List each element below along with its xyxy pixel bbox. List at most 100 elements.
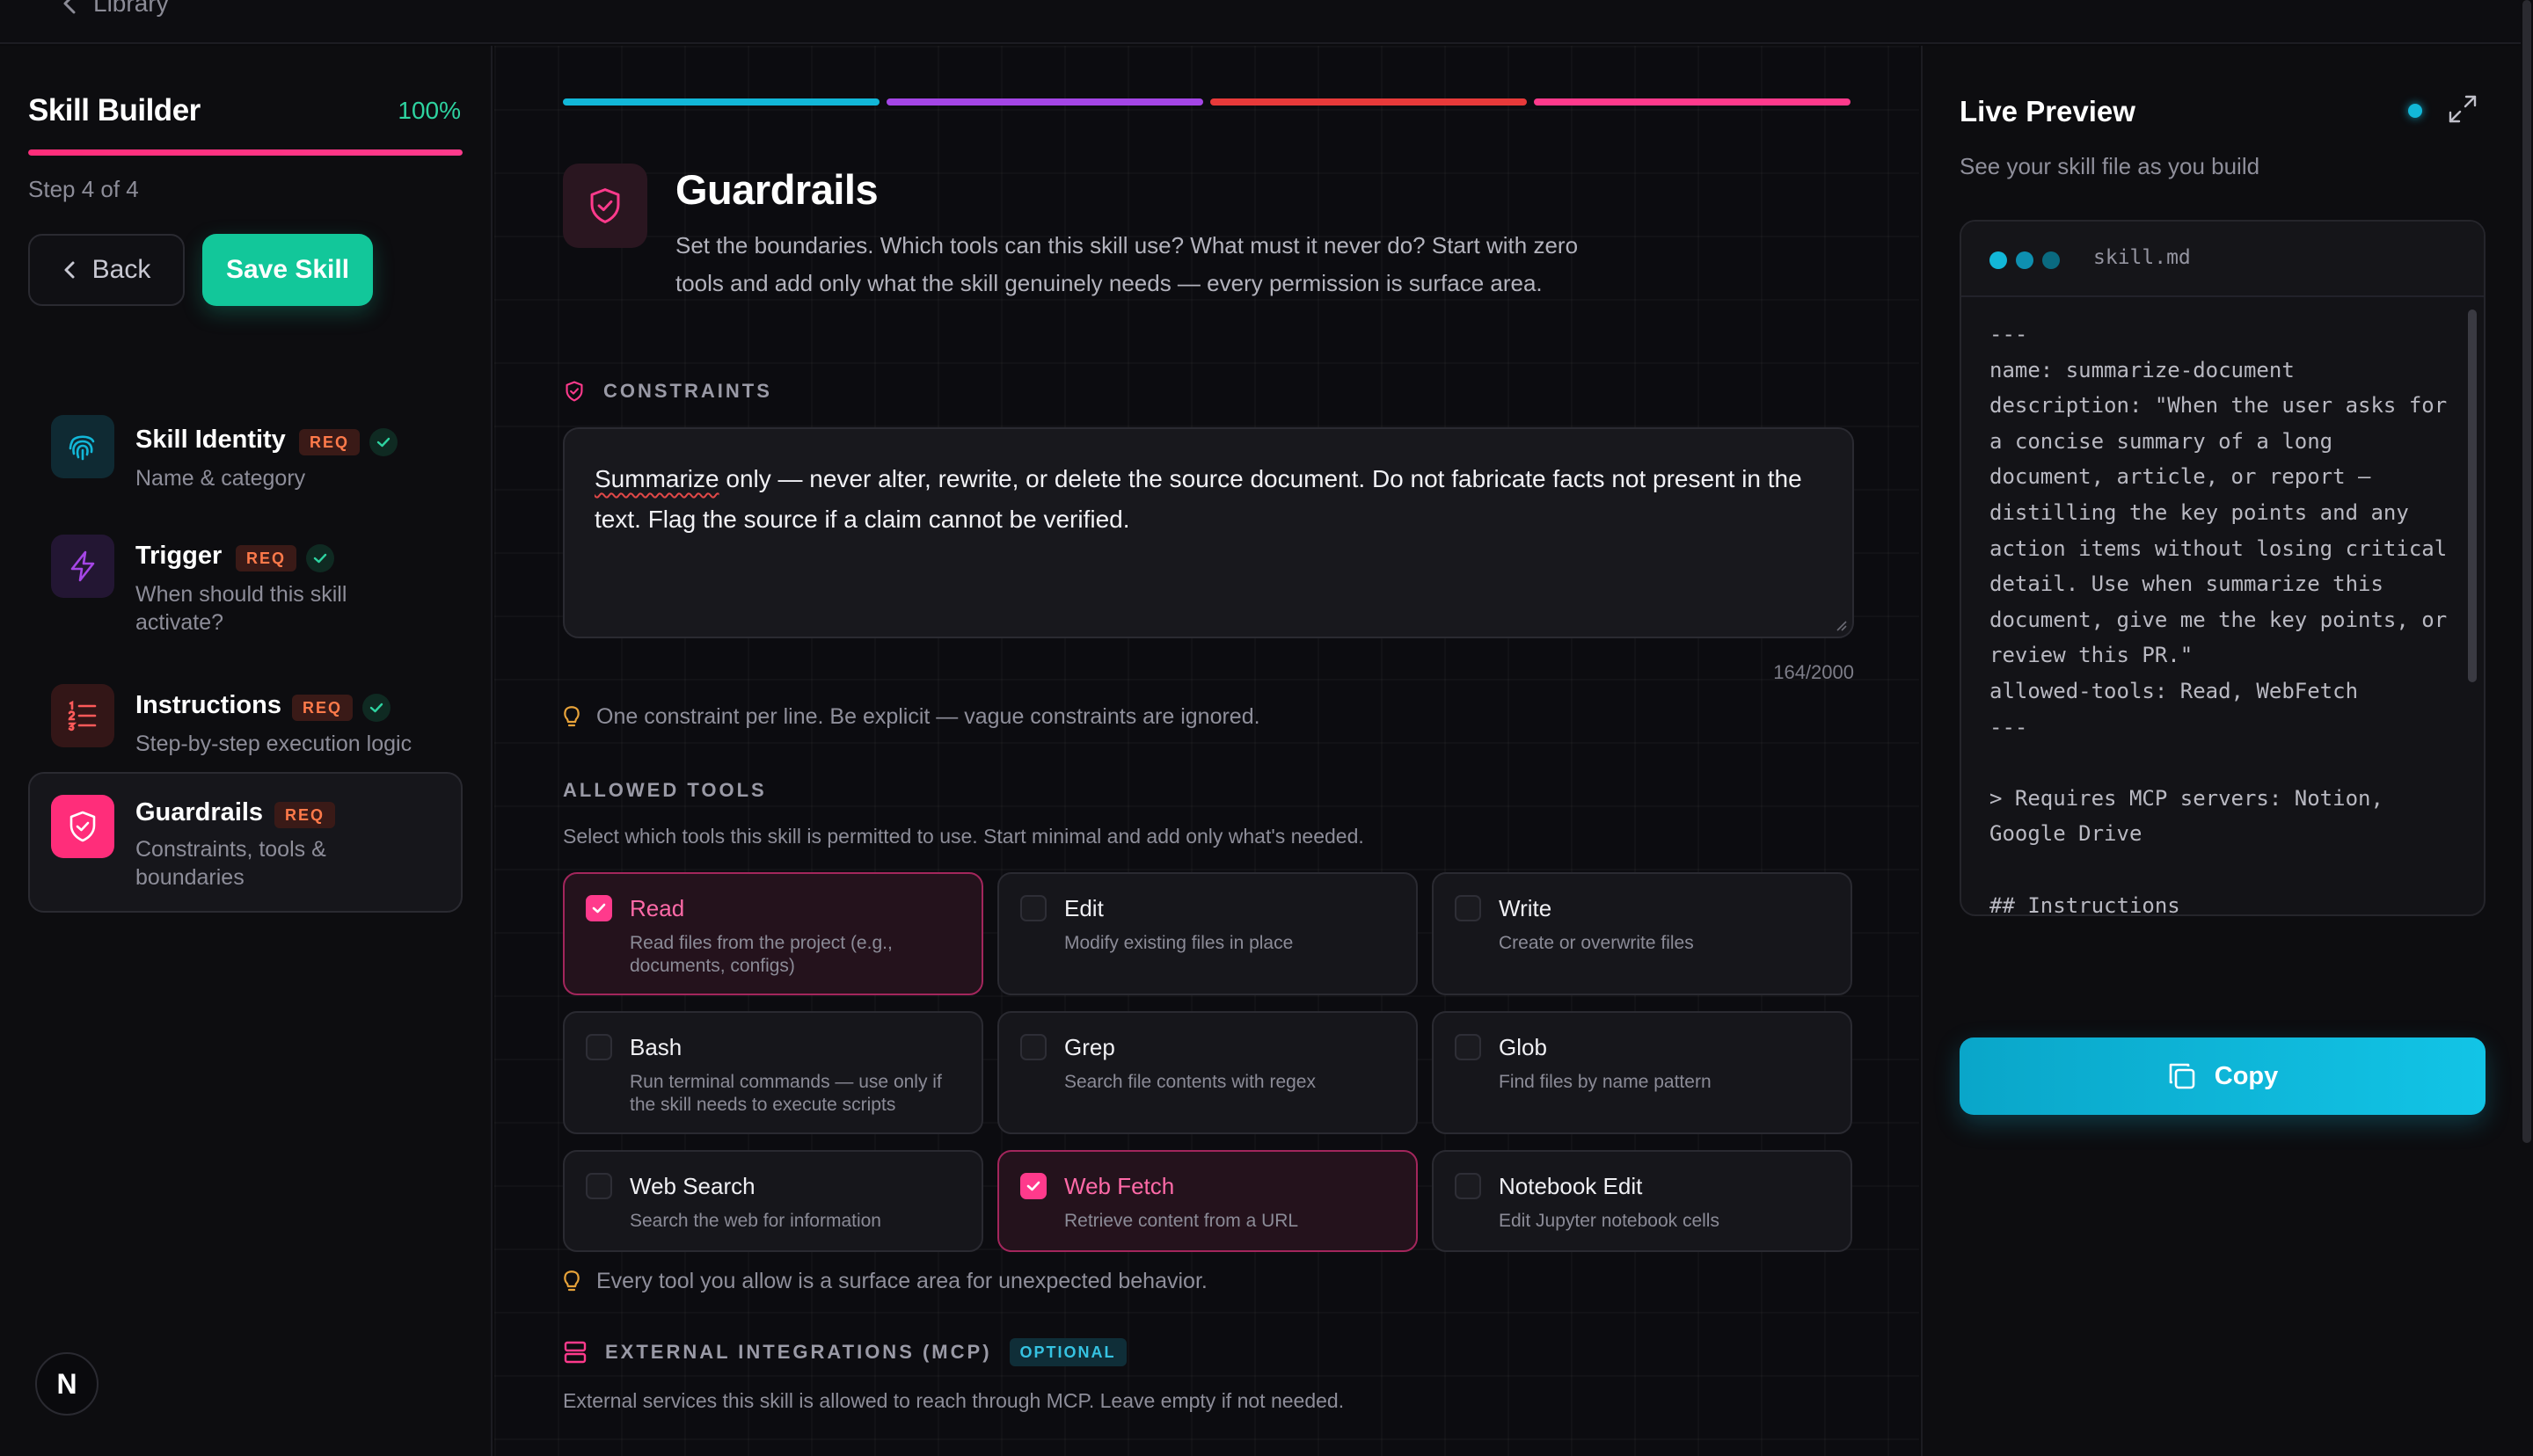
tool-name: Glob — [1499, 1034, 1547, 1060]
tool-checkbox[interactable] — [586, 895, 612, 921]
step-desc: Name & category — [135, 466, 306, 491]
tool-checkbox[interactable] — [1455, 1173, 1481, 1199]
tool-desc: Search file contents with regex — [1064, 1072, 1316, 1092]
server-icon — [564, 1341, 587, 1364]
shield-icon — [566, 381, 583, 402]
page-title: Guardrails — [675, 166, 879, 213]
copy-button[interactable]: Copy — [1960, 1037, 2486, 1115]
tool-name: Bash — [630, 1034, 683, 1060]
character-counter: 164/2000 — [1773, 661, 1854, 683]
preview-title: Live Preview — [1960, 95, 2135, 127]
tool-name: Read — [630, 895, 685, 921]
tool-checkbox[interactable] — [1020, 895, 1047, 921]
tool-checkbox[interactable] — [1020, 1173, 1047, 1199]
window-dot — [2016, 251, 2033, 269]
progress-segment — [1534, 98, 1850, 106]
tool-card-bash[interactable]: Bash Run terminal commands — use only if … — [563, 1011, 983, 1134]
tool-card-notebook-edit[interactable]: Notebook Edit Edit Jupyter notebook cells — [1432, 1150, 1852, 1252]
tools-hint-text: Every tool you allow is a surface area f… — [596, 1268, 1208, 1293]
copy-icon — [2169, 1063, 2195, 1089]
constraints-label-text: CONSTRAINTS — [603, 380, 772, 402]
constraint-text: only — never alter, rewrite, or delete t… — [595, 465, 1802, 533]
sidebar-title: Skill Builder — [28, 93, 201, 127]
main-panel: Guardrails Set the boundaries. Which too… — [494, 46, 1919, 1456]
mcp-label: EXTERNAL INTEGRATIONS (MCP) OPTIONAL — [563, 1338, 1127, 1366]
constraints-textarea[interactable]: Summarize only — never alter, rewrite, o… — [563, 427, 1854, 638]
lightbulb-icon — [564, 1270, 580, 1292]
avatar[interactable]: N — [35, 1352, 99, 1416]
code-window-header: skill.md — [1961, 222, 2484, 297]
optional-badge: OPTIONAL — [1009, 1338, 1127, 1366]
shield-icon — [563, 164, 647, 248]
tool-checkbox[interactable] — [1455, 1034, 1481, 1060]
step-name: Guardrails — [135, 798, 264, 826]
tool-card-write[interactable]: Write Create or overwrite files — [1432, 872, 1852, 995]
tool-checkbox[interactable] — [1455, 895, 1481, 921]
progress-segment — [1210, 98, 1527, 106]
constraints-hint: One constraint per line. Be explicit — v… — [563, 703, 1260, 730]
tool-card-read[interactable]: Read Read files from the project (e.g., d… — [563, 872, 983, 995]
step-desc: When should this skill activate? — [135, 582, 347, 635]
mcp-subtitle: External services this skill is allowed … — [563, 1389, 1345, 1412]
window-dot — [1989, 251, 2007, 269]
tool-name: Web Search — [630, 1173, 756, 1199]
page-description: Set the boundaries. Which tools can this… — [675, 232, 1579, 296]
check-icon — [362, 694, 391, 722]
check-icon — [592, 903, 606, 914]
step-desc: Step-by-step execution logic — [135, 732, 412, 756]
back-button-label: Back — [91, 255, 151, 284]
tool-name: Edit — [1064, 895, 1104, 921]
expand-icon[interactable] — [2447, 93, 2478, 125]
mcp-label-text: EXTERNAL INTEGRATIONS (MCP) — [605, 1341, 992, 1363]
progress-bar — [28, 149, 463, 156]
back-button[interactable]: Back — [28, 234, 185, 306]
tool-desc: Retrieve content from a URL — [1064, 1211, 1299, 1231]
progress-bar-fill — [28, 149, 463, 156]
tool-name: Write — [1499, 895, 1552, 921]
check-icon — [369, 428, 398, 456]
tool-card-web-search[interactable]: Web Search Search the web for information — [563, 1150, 983, 1252]
check-icon — [1026, 1181, 1040, 1191]
step-trigger[interactable]: Trigger REQ When should this skill activ… — [28, 515, 463, 647]
lightbulb-icon — [564, 706, 580, 727]
req-badge: REQ — [299, 429, 361, 455]
live-status-dot — [2408, 104, 2422, 118]
allowed-tools-subtitle: Select which tools this skill is permitt… — [563, 825, 1364, 848]
progress-percent: 100% — [398, 97, 461, 124]
tool-desc: Run terminal commands — use only if the … — [630, 1072, 942, 1115]
progress-segment — [563, 98, 880, 106]
window-scrollbar-thumb[interactable] — [2522, 0, 2531, 1143]
tool-card-edit[interactable]: Edit Modify existing files in place — [997, 872, 1418, 995]
tool-checkbox[interactable] — [586, 1034, 612, 1060]
top-bar: Library — [0, 0, 2521, 44]
resize-handle-icon[interactable] — [1833, 617, 1847, 631]
code-scrollbar[interactable] — [2468, 309, 2477, 682]
copy-button-label: Copy — [2214, 1061, 2279, 1090]
constraints-hint-text: One constraint per line. Be explicit — v… — [596, 703, 1260, 729]
code-window[interactable]: skill.md --- name: summarize-document de… — [1960, 220, 2486, 916]
library-back-link[interactable]: Library — [62, 0, 169, 18]
tool-checkbox[interactable] — [586, 1173, 612, 1199]
step-guardrails[interactable]: Guardrails REQ Constraints, tools & boun… — [28, 772, 463, 913]
save-skill-button[interactable]: Save Skill — [202, 234, 373, 306]
tool-card-web-fetch[interactable]: Web Fetch Retrieve content from a URL — [997, 1150, 1418, 1252]
check-icon — [306, 544, 334, 572]
constraints-label: CONSTRAINTS — [563, 380, 772, 403]
tool-desc: Edit Jupyter notebook cells — [1499, 1211, 1719, 1231]
progress-segment — [887, 98, 1203, 106]
constraint-first-word: Summarize — [595, 465, 719, 492]
tool-card-glob[interactable]: Glob Find files by name pattern — [1432, 1011, 1852, 1134]
preview-subtitle: See your skill file as you build — [1960, 153, 2260, 179]
tool-desc: Create or overwrite files — [1499, 933, 1694, 953]
tool-card-grep[interactable]: Grep Search file contents with regex — [997, 1011, 1418, 1134]
step-name: Instructions — [135, 691, 281, 719]
chevron-left-icon — [64, 261, 75, 279]
step-instructions[interactable]: Instructions REQ Step-by-step execution … — [28, 665, 463, 770]
numbered-list-icon — [51, 684, 114, 747]
step-indicator: Step 4 of 4 — [28, 176, 139, 202]
library-back-label: Library — [93, 0, 169, 17]
tool-checkbox[interactable] — [1020, 1034, 1047, 1060]
tool-name: Notebook Edit — [1499, 1173, 1643, 1199]
tools-hint: Every tool you allow is a surface area f… — [563, 1268, 1208, 1294]
step-skill-identity[interactable]: Skill Identity REQ Name & category — [28, 396, 463, 501]
